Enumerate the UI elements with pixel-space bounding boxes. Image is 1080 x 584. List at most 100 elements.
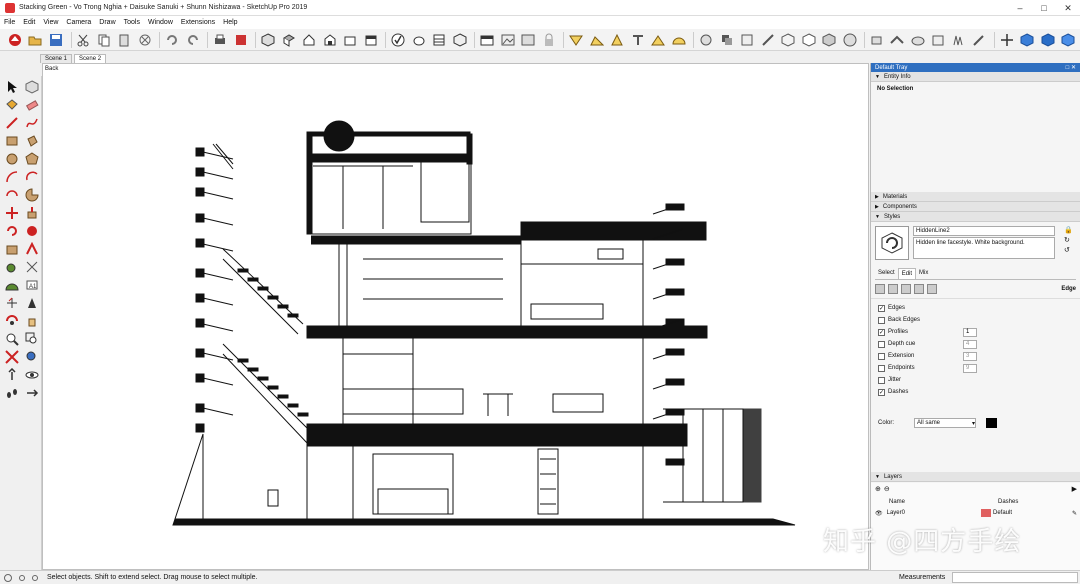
tab-scene-1[interactable]: Scene 1 xyxy=(40,54,73,63)
section-plane-icon[interactable] xyxy=(23,385,41,401)
modeling-settings-icon[interactable] xyxy=(927,284,937,294)
style-lock-icon[interactable]: 🔒 xyxy=(1064,226,1076,234)
tab-edit[interactable]: Edit xyxy=(897,268,917,279)
open-icon[interactable] xyxy=(27,31,45,49)
eraser-icon[interactable] xyxy=(23,97,41,113)
entity-info-header[interactable]: ▼ Entity Info xyxy=(871,72,1080,82)
add-layer-icon[interactable]: ⊕ xyxy=(875,485,881,493)
geo-location-icon[interactable] xyxy=(4,573,12,582)
menu-tools[interactable]: Tools xyxy=(124,19,140,26)
layers-header[interactable]: ▼ Layers xyxy=(871,472,1080,482)
pan-icon[interactable] xyxy=(23,313,41,329)
polygon-icon[interactable] xyxy=(23,151,41,167)
remove-layer-icon[interactable]: ⊖ xyxy=(884,485,890,493)
paste-icon[interactable] xyxy=(115,31,133,49)
layer-color-swatch[interactable] xyxy=(980,509,991,517)
rotated-rect-icon[interactable] xyxy=(23,133,41,149)
texture-icon[interactable] xyxy=(519,31,537,49)
erase-icon[interactable] xyxy=(136,31,154,49)
terrain-icon[interactable] xyxy=(588,31,606,49)
checkbox-jitter[interactable] xyxy=(878,376,885,384)
option-edges[interactable]: ✓ Edges xyxy=(871,302,1080,314)
offset-icon[interactable] xyxy=(23,241,41,257)
blue-cube-icon[interactable] xyxy=(1019,31,1037,49)
materials-header[interactable]: ▶ Materials xyxy=(871,192,1080,202)
face-settings-icon[interactable] xyxy=(888,284,898,294)
position-camera-tool-icon[interactable] xyxy=(3,367,21,383)
axes-icon[interactable] xyxy=(3,295,21,311)
zoom-extents-tool-icon[interactable] xyxy=(3,349,21,365)
minimize-icon[interactable]: – xyxy=(1008,0,1032,16)
drawing-viewport[interactable]: Back xyxy=(42,63,869,570)
move-arrows-icon[interactable] xyxy=(998,31,1016,49)
menu-draw[interactable]: Draw xyxy=(99,19,115,26)
tab-mix[interactable]: Mix xyxy=(916,268,931,279)
layer-row[interactable]: 👁 Layer0 Default ✎ xyxy=(871,507,1080,519)
print-icon[interactable] xyxy=(211,31,229,49)
select-arrow-icon[interactable] xyxy=(3,79,21,95)
color-mode-select[interactable]: All same ▾ xyxy=(914,418,977,428)
teapot-icon[interactable] xyxy=(410,31,428,49)
endpoints-value[interactable]: 9 xyxy=(963,363,977,373)
sketchup-logo-tool-icon[interactable] xyxy=(6,31,24,49)
option-jitter[interactable]: Jitter xyxy=(871,374,1080,386)
iso-view-icon[interactable] xyxy=(259,31,277,49)
maximize-icon[interactable]: □ xyxy=(1032,0,1056,16)
option-profiles[interactable]: ✓ Profiles 1 xyxy=(871,326,1080,338)
eye-icon[interactable]: 👁 xyxy=(875,510,883,517)
dome-icon[interactable] xyxy=(670,31,688,49)
tray-close-icon[interactable]: □ ✕ xyxy=(1066,64,1076,71)
menu-camera[interactable]: Camera xyxy=(66,19,91,26)
extension-value[interactable]: 3 xyxy=(963,351,977,361)
style-refresh-icon[interactable]: ↺ xyxy=(1064,246,1076,254)
fog-icon[interactable] xyxy=(738,31,756,49)
top-view-icon[interactable] xyxy=(280,31,298,49)
pencil-icon[interactable]: ✎ xyxy=(1072,510,1077,517)
layer-details-icon[interactable]: ▶ xyxy=(1072,485,1077,493)
option-dashes[interactable]: ✓ Dashes xyxy=(871,386,1080,398)
zoom-window-icon[interactable] xyxy=(23,331,41,347)
section-icon[interactable] xyxy=(430,31,448,49)
back-view-icon[interactable] xyxy=(341,31,359,49)
checkbox-back-edges[interactable] xyxy=(878,316,885,324)
sandbox-icon[interactable] xyxy=(567,31,585,49)
style-name-field[interactable]: HiddenLine2 xyxy=(913,226,1055,236)
credits-icon[interactable] xyxy=(19,574,25,581)
edge-color-swatch[interactable] xyxy=(986,418,998,428)
protractor-icon[interactable] xyxy=(3,277,21,293)
checkbox-depth-cue[interactable] xyxy=(878,340,885,348)
line-tool-icon[interactable] xyxy=(3,115,21,131)
rectangle-icon[interactable] xyxy=(3,133,21,149)
arc-icon[interactable] xyxy=(3,169,21,185)
lock-icon[interactable] xyxy=(540,31,558,49)
blue-cube-3-icon[interactable] xyxy=(1060,31,1078,49)
menu-edit[interactable]: Edit xyxy=(23,19,35,26)
style-update-icon[interactable]: ↻ xyxy=(1064,236,1076,244)
tape-measure-icon[interactable] xyxy=(3,259,21,275)
option-depth-cue[interactable]: Depth cue 4 xyxy=(871,338,1080,350)
orbit-icon[interactable] xyxy=(3,313,21,329)
style-thumbnail[interactable] xyxy=(875,226,909,260)
depth-cue-value[interactable]: 4 xyxy=(963,339,977,349)
background-settings-icon[interactable] xyxy=(901,284,911,294)
look-around-icon[interactable] xyxy=(909,31,927,49)
scale-icon[interactable] xyxy=(3,241,21,257)
hidden-line-icon[interactable] xyxy=(800,31,818,49)
drape-icon[interactable] xyxy=(649,31,667,49)
checkbox-dashes[interactable]: ✓ xyxy=(878,388,885,396)
freehand-icon[interactable] xyxy=(23,115,41,131)
tab-select[interactable]: Select xyxy=(875,268,898,279)
stamp-icon[interactable] xyxy=(629,31,647,49)
rotate-icon[interactable] xyxy=(3,223,21,239)
menu-view[interactable]: View xyxy=(43,19,58,26)
triangle-icon[interactable] xyxy=(608,31,626,49)
walk-icon[interactable] xyxy=(889,31,907,49)
tab-scene-2[interactable]: Scene 2 xyxy=(74,54,107,63)
front-view-icon[interactable] xyxy=(300,31,318,49)
watermark-settings-icon[interactable] xyxy=(914,284,924,294)
profiles-value[interactable]: 1 xyxy=(963,327,977,337)
settings-icon[interactable] xyxy=(697,31,715,49)
zoom-icon[interactable] xyxy=(3,331,21,347)
menu-help[interactable]: Help xyxy=(223,19,237,26)
menu-window[interactable]: Window xyxy=(148,19,173,26)
